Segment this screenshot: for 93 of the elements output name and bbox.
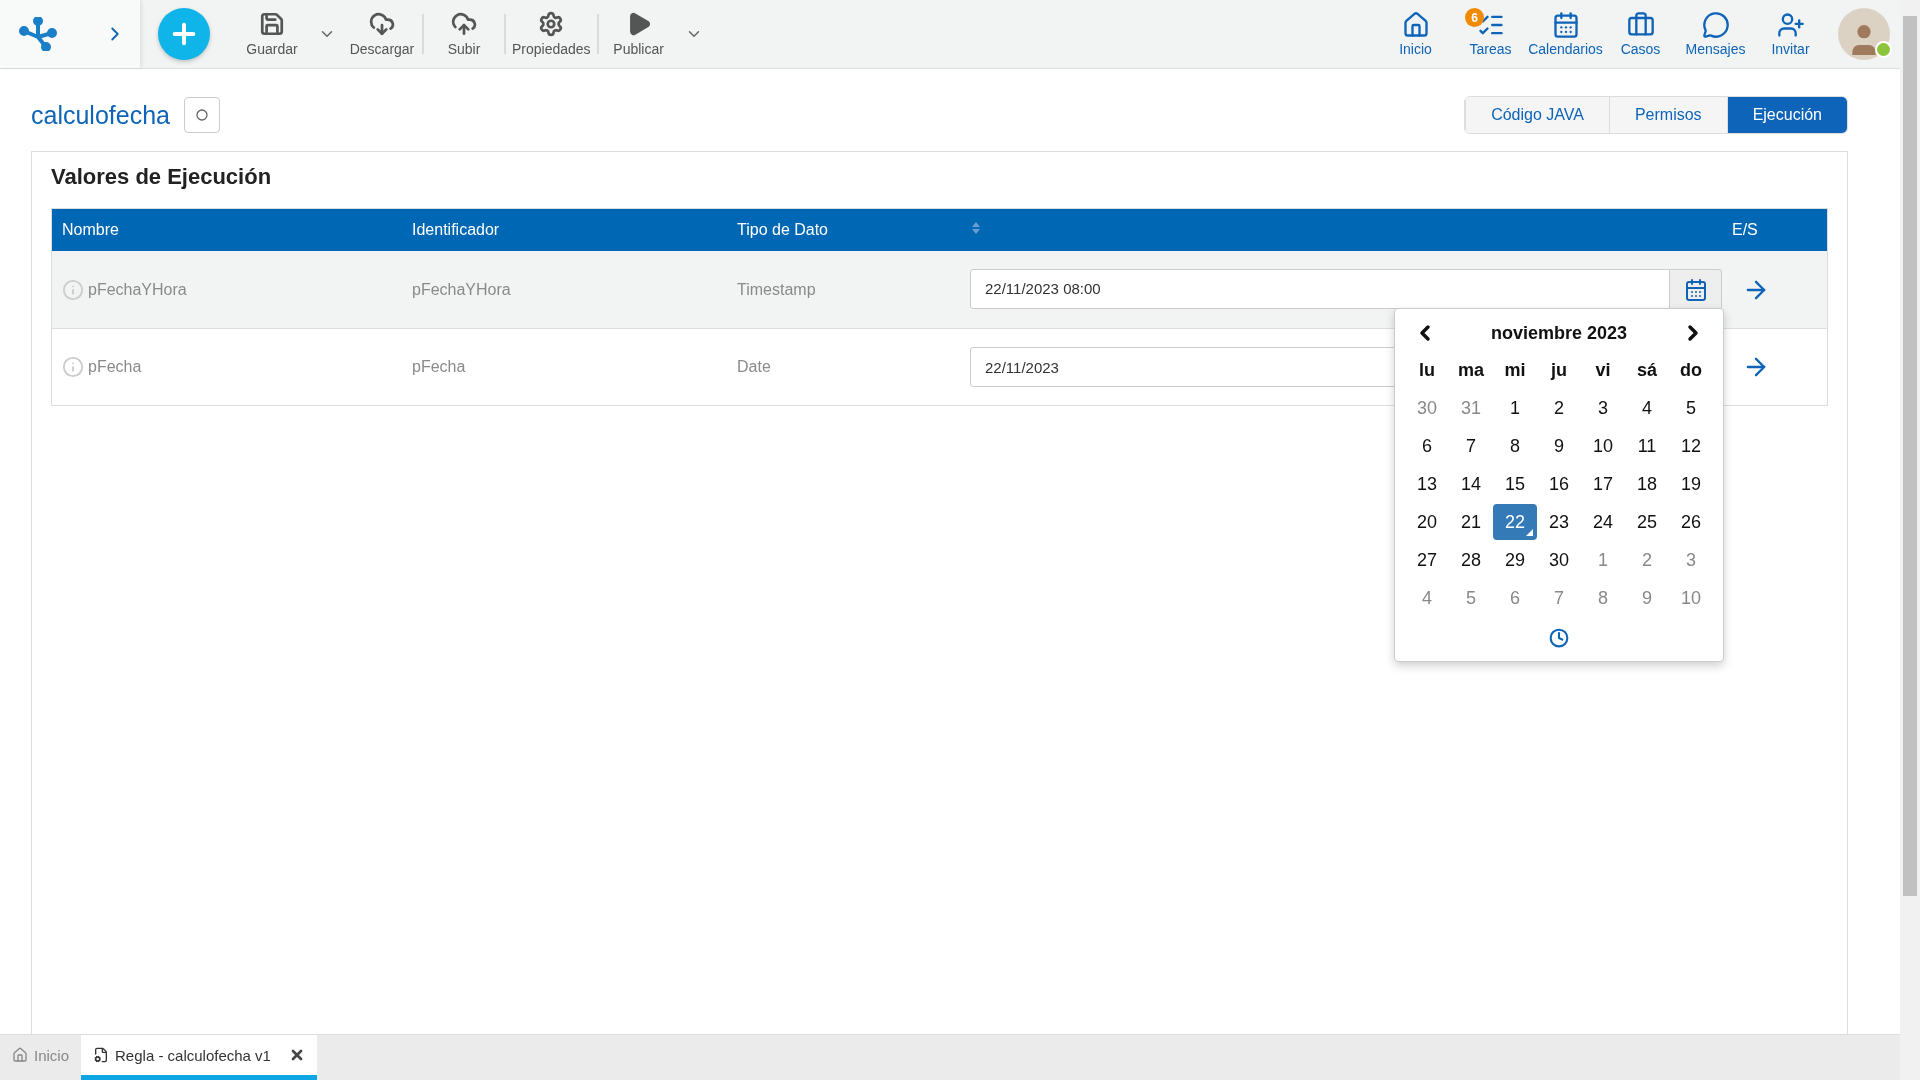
count-badge: 6 <box>1465 8 1484 27</box>
nav-button[interactable]: Casos <box>1603 0 1678 68</box>
calendar-day[interactable]: 28 <box>1449 542 1493 578</box>
calendar-day[interactable]: 16 <box>1537 466 1581 502</box>
table-cell-text: Timestamp <box>736 280 817 299</box>
briefcase-icon <box>1626 11 1655 39</box>
calendar-day[interactable]: 25 <box>1625 504 1669 540</box>
weekday-label: do <box>1679 359 1703 382</box>
column-header: E/S <box>1731 221 1759 239</box>
cloud-upload-icon <box>451 11 477 37</box>
column-header[interactable]: Tipo de Dato <box>727 221 957 239</box>
toolbar-button[interactable]: Descargar <box>342 0 422 68</box>
tab[interactable]: Ejecución <box>1726 97 1847 133</box>
nav-button[interactable]: Mensajes <box>1678 0 1753 68</box>
weekday-label: lu <box>1418 359 1436 382</box>
calendar-day[interactable]: 9 <box>1537 428 1581 464</box>
sort-icon[interactable] <box>971 221 981 235</box>
calendar-day[interactable]: 26 <box>1669 504 1713 540</box>
tab[interactable]: Permisos <box>1608 97 1727 133</box>
calendar-day[interactable]: 14 <box>1449 466 1493 502</box>
calendar-day[interactable]: 9 <box>1625 580 1669 616</box>
date-input[interactable]: 22/11/2023 08:00 <box>970 268 1670 309</box>
toolbar-button[interactable]: Subir <box>424 0 504 68</box>
calendar-day[interactable]: 10 <box>1581 428 1625 464</box>
calendar-day[interactable]: 2 <box>1625 542 1669 578</box>
calendar-button[interactable] <box>1670 268 1722 311</box>
clock-icon <box>1549 628 1569 648</box>
calendar-day[interactable]: 8 <box>1493 428 1537 464</box>
calendar-day[interactable]: 17 <box>1581 466 1625 502</box>
weekday-label: ju <box>1549 359 1568 382</box>
calendar-day[interactable]: 5 <box>1449 580 1493 616</box>
bottom-tab[interactable]: Regla - calculofecha v1 <box>81 1035 317 1080</box>
column-header[interactable]: Nombre <box>52 221 402 239</box>
weekday-label: vi <box>1594 359 1612 382</box>
page-title: calculofecha <box>31 100 170 130</box>
weekday-label: sá <box>1636 359 1658 382</box>
speech-bubble-icon <box>1701 11 1730 39</box>
tab[interactable]: Código JAVA <box>1465 97 1609 133</box>
calendar-day[interactable]: 19 <box>1669 466 1713 502</box>
calendar-day[interactable]: 4 <box>1405 580 1449 616</box>
calendar-day[interactable]: 13 <box>1405 466 1449 502</box>
scrollbar[interactable] <box>1900 0 1920 1080</box>
toolbar-button[interactable]: Propiedades <box>506 0 597 68</box>
calendar-icon <box>1551 11 1580 39</box>
table-cell: pFechaYHora <box>88 280 187 299</box>
table-cell-text: Date <box>736 358 772 376</box>
nav-button[interactable]: Invitar <box>1753 0 1828 68</box>
calendar-day[interactable]: 11 <box>1625 428 1669 464</box>
calendar-day[interactable]: 18 <box>1625 466 1669 502</box>
calendar-day[interactable]: 7 <box>1537 580 1581 616</box>
column-header[interactable]: Identificador <box>402 221 727 239</box>
calendar-day[interactable]: 1 <box>1581 542 1625 578</box>
circle-icon <box>196 109 208 121</box>
settings-icon <box>538 11 565 37</box>
calendar-day[interactable]: 3 <box>1669 542 1713 578</box>
calendar-day[interactable]: 21 <box>1449 504 1493 540</box>
calendar-day[interactable]: 10 <box>1669 580 1713 616</box>
table-cell-text: pFecha <box>411 358 467 376</box>
save-icon <box>259 11 285 37</box>
add-button[interactable] <box>158 8 210 60</box>
home-icon <box>1401 11 1430 39</box>
calendar-day[interactable]: 15 <box>1493 466 1537 502</box>
calendar-day[interactable]: 27 <box>1405 542 1449 578</box>
calendar-day[interactable]: 7 <box>1449 428 1493 464</box>
nav-button[interactable]: Tareas 6 <box>1453 0 1528 68</box>
calendar-day[interactable]: 30 <box>1537 542 1581 578</box>
scrollbar-thumb[interactable] <box>1903 16 1917 896</box>
weekday-label: mi <box>1503 359 1527 382</box>
calendar-day[interactable]: 24 <box>1581 504 1625 540</box>
calendar-day[interactable]: 8 <box>1581 580 1625 616</box>
nav-button[interactable]: Inicio <box>1378 0 1453 68</box>
calendar-day[interactable]: 6 <box>1405 428 1449 464</box>
logo-icon[interactable] <box>18 17 58 51</box>
calendar-icon <box>1683 277 1708 302</box>
calendar-day[interactable]: 22 <box>1493 504 1537 540</box>
table-cell: pFecha <box>88 358 142 376</box>
calendar-day[interactable]: 12 <box>1669 428 1713 464</box>
table-cell-text: pFechaYHora <box>411 280 512 299</box>
nav-button[interactable]: Calendarios <box>1528 0 1603 68</box>
calendar-day[interactable]: 29 <box>1493 542 1537 578</box>
add-user-icon <box>1776 11 1805 39</box>
cloud-download-icon <box>369 11 395 37</box>
toolbar-button[interactable]: Guardar <box>232 0 312 68</box>
toolbar-button[interactable]: Publicar <box>598 0 679 68</box>
status-button[interactable] <box>184 97 220 133</box>
calendar-day[interactable]: 20 <box>1405 504 1449 540</box>
calendar-day[interactable]: 23 <box>1537 504 1581 540</box>
calendar-day[interactable]: 6 <box>1493 580 1537 616</box>
weekday-label: ma <box>1457 359 1485 382</box>
home-icon <box>12 1047 28 1063</box>
document-icon <box>93 1047 110 1063</box>
avatar[interactable] <box>1838 8 1890 60</box>
section-title: Valores de Ejecución <box>51 164 273 190</box>
